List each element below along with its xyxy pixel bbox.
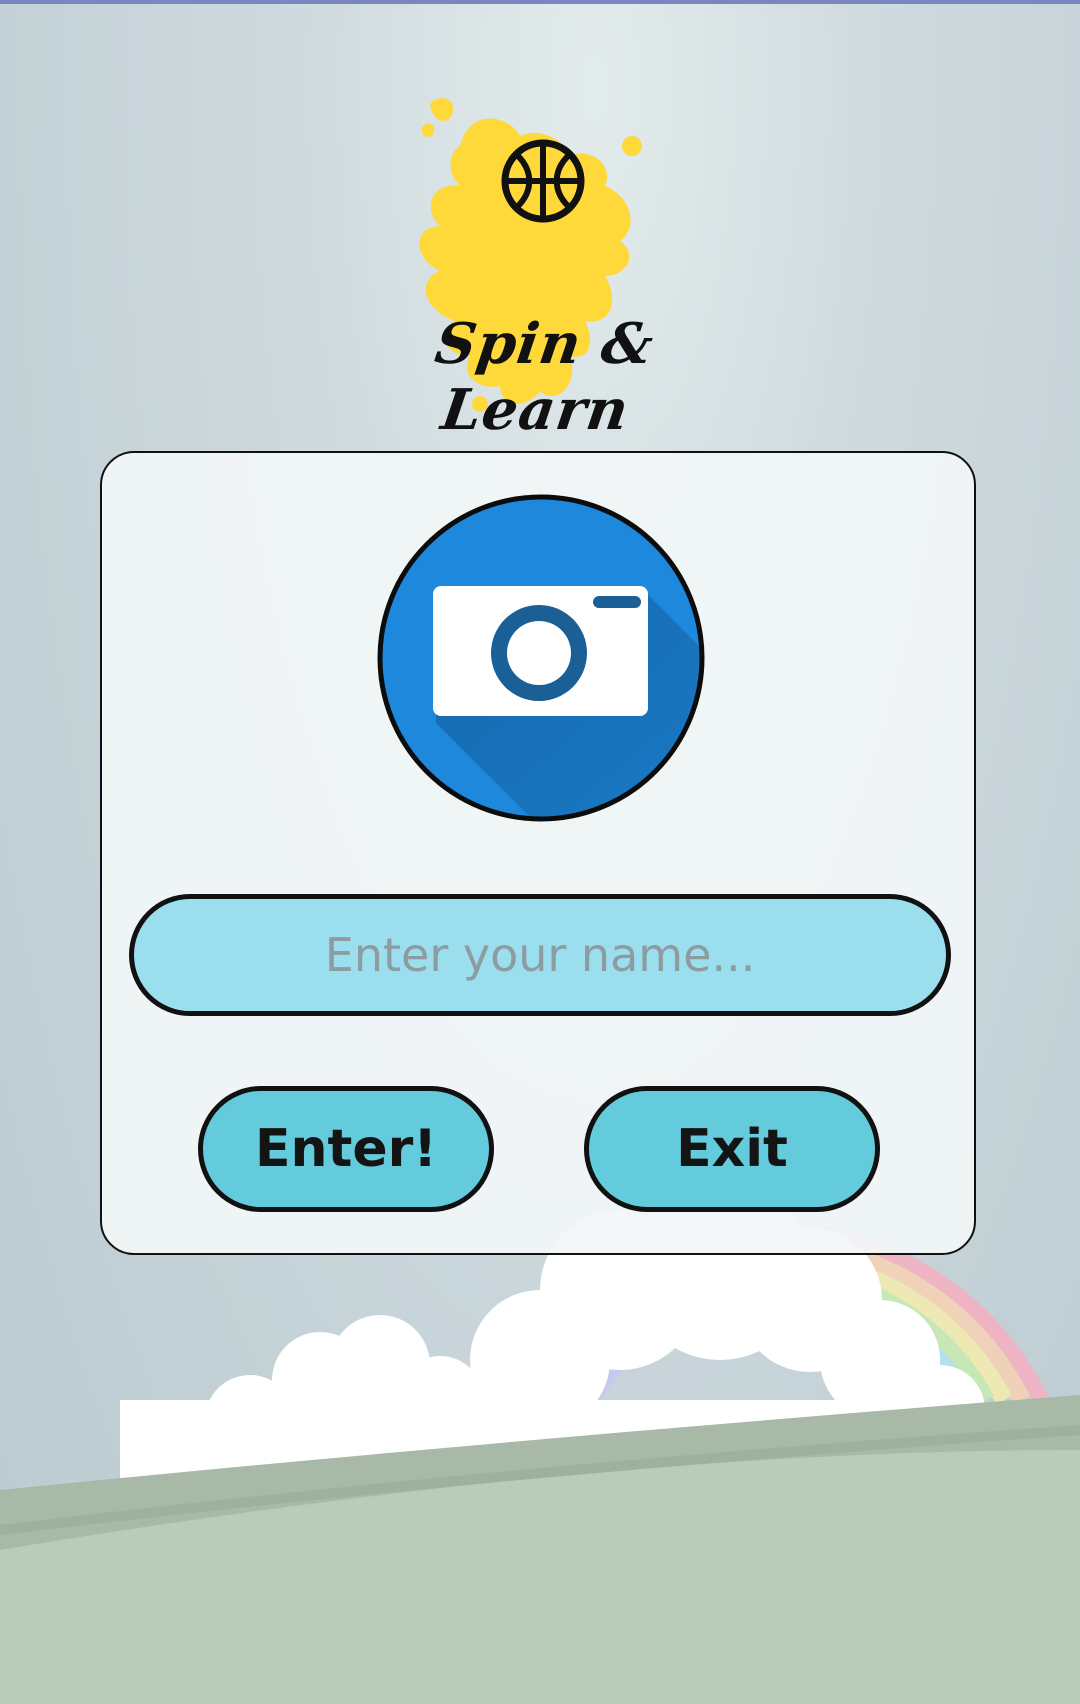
login-card: Enter! Exit (100, 451, 976, 1255)
camera-icon (377, 494, 705, 822)
name-input[interactable] (129, 894, 951, 1016)
app-logo: Spin & Learn (340, 86, 740, 443)
exit-button[interactable]: Exit (584, 1086, 880, 1212)
app-title: Spin & Learn (431, 311, 659, 443)
enter-button[interactable]: Enter! (198, 1086, 494, 1212)
basketball-icon (501, 139, 585, 223)
camera-button[interactable] (376, 493, 706, 823)
